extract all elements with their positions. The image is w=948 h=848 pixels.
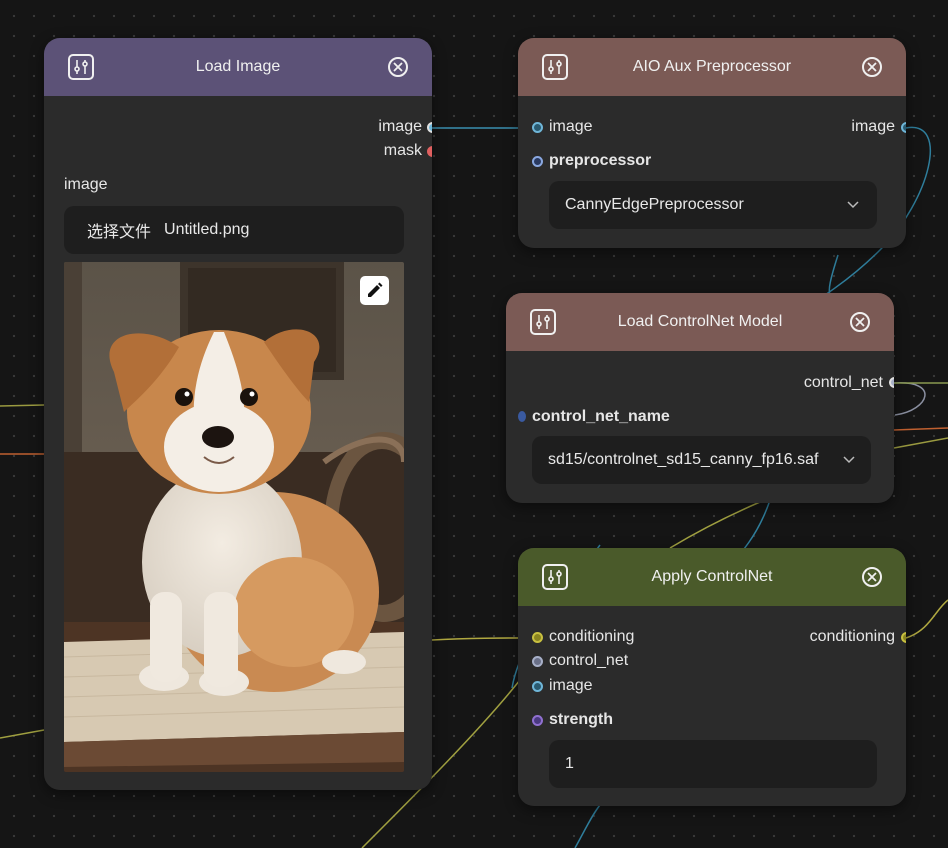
close-icon[interactable] [850, 312, 870, 332]
wire-conditioning-out [905, 599, 948, 639]
wire-controlnet-out [893, 382, 926, 416]
input-conditioning-label: conditioning [549, 628, 635, 645]
output-conditioning-label: conditioning [809, 628, 895, 645]
strength-input[interactable]: 1 [549, 740, 877, 788]
node-title: Load Image [195, 58, 281, 75]
wire-right-orange [893, 427, 948, 431]
input-image-socket[interactable] [532, 122, 543, 133]
load-controlnet-model-node[interactable]: Load ControlNet Model control_net contro… [506, 293, 894, 503]
output-control-net-socket[interactable] [889, 377, 894, 388]
load-image-node[interactable]: Load Image image mask image 选择文件 Untitle… [44, 38, 432, 790]
load-image-header[interactable]: Load Image [44, 38, 432, 96]
sliders-icon[interactable] [542, 54, 568, 80]
edit-image-button[interactable] [360, 276, 389, 305]
output-mask-label: mask [383, 142, 422, 159]
input-control-net-socket[interactable] [532, 656, 543, 667]
preprocessor-value: CannyEdgePreprocessor [565, 196, 744, 213]
control-net-name-label: control_net_name [532, 408, 670, 425]
output-image-socket[interactable] [901, 122, 906, 133]
input-image-label: image [549, 677, 593, 694]
image-widget-label: image [64, 176, 108, 193]
wire-right-yellow [893, 437, 948, 449]
strength-value: 1 [565, 755, 574, 772]
chevron-down-icon [843, 456, 855, 464]
control-net-name-select[interactable]: sd15/controlnet_sd15_canny_fp16.saf [532, 436, 871, 484]
preprocessor-select[interactable]: CannyEdgePreprocessor [549, 181, 877, 229]
strength-label: strength [549, 711, 613, 728]
sliders-icon[interactable] [530, 309, 556, 335]
output-image-label: image [378, 118, 422, 135]
puppy-photo [64, 262, 404, 772]
output-image-label: image [851, 118, 895, 135]
apply-controlnet-node[interactable]: Apply ControlNet conditioning conditioni… [518, 548, 906, 806]
output-control-net-label: control_net [803, 374, 883, 391]
preprocessor-label: preprocessor [549, 152, 652, 169]
preprocessor-socket[interactable] [532, 156, 543, 167]
wire-left-bottom [0, 729, 45, 739]
wire-bottom-blue [574, 804, 601, 848]
node-title: Load ControlNet Model [617, 313, 783, 330]
wire-mid-blue [828, 254, 839, 296]
input-control-net-label: control_net [549, 652, 629, 669]
pencil-icon [368, 282, 383, 297]
input-image-socket[interactable] [532, 681, 543, 692]
control-net-name-value: sd15/controlnet_sd15_canny_fp16.saf [548, 451, 819, 468]
wire-left-yellow [0, 404, 45, 407]
choose-file-button[interactable]: 选择文件 [87, 218, 151, 242]
strength-socket[interactable] [532, 715, 543, 726]
output-mask-socket[interactable] [427, 146, 432, 157]
image-preview [64, 262, 404, 772]
close-icon[interactable] [862, 567, 882, 587]
wire-cross-yellow [669, 501, 761, 549]
controlnet-loader-header[interactable]: Load ControlNet Model [506, 293, 894, 351]
input-image-label: image [549, 118, 593, 135]
file-chooser[interactable]: 选择文件 Untitled.png [64, 206, 404, 254]
apply-controlnet-header[interactable]: Apply ControlNet [518, 548, 906, 606]
aio-aux-header[interactable]: AIO Aux Preprocessor [518, 38, 906, 96]
aio-aux-preprocessor-node[interactable]: AIO Aux Preprocessor image image preproc… [518, 38, 906, 248]
sliders-icon[interactable] [68, 54, 94, 80]
sliders-icon[interactable] [542, 564, 568, 590]
close-icon[interactable] [862, 57, 882, 77]
filename-text: Untitled.png [164, 221, 250, 238]
output-image-socket[interactable] [427, 122, 432, 133]
chevron-down-icon [847, 201, 859, 209]
node-title: Apply ControlNet [651, 568, 773, 585]
input-conditioning-socket[interactable] [532, 632, 543, 643]
output-conditioning-socket[interactable] [901, 632, 906, 643]
node-title: AIO Aux Preprocessor [632, 58, 792, 75]
control-net-name-socket[interactable] [518, 411, 526, 422]
close-icon[interactable] [388, 57, 408, 77]
